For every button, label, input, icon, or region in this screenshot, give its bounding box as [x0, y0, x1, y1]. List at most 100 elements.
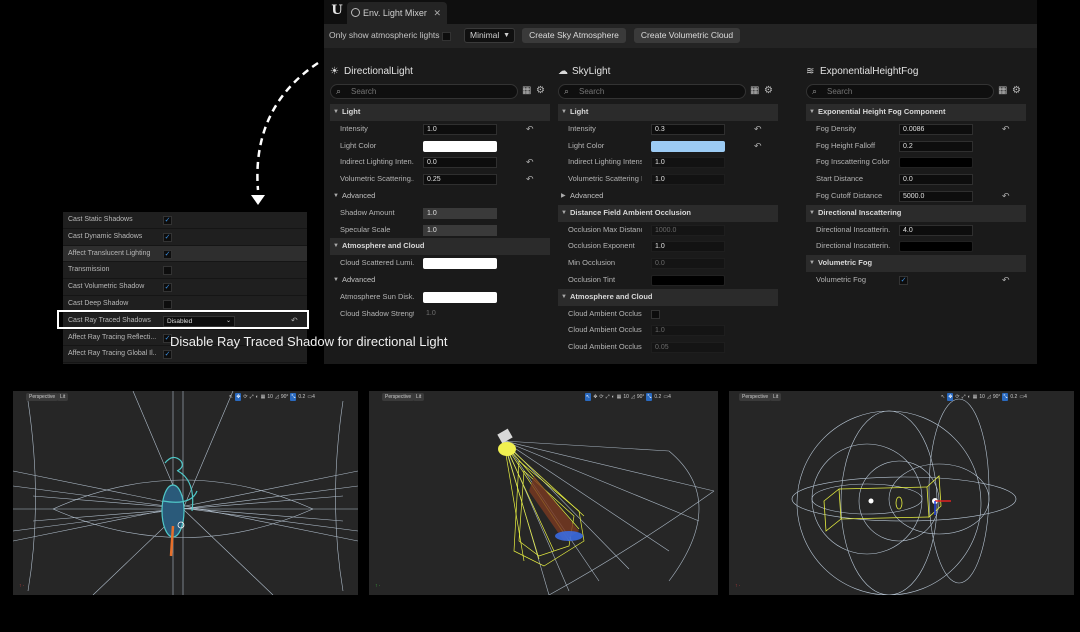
search-box[interactable]: ⌕ [330, 84, 518, 99]
gear-icon[interactable]: ⚙ [764, 85, 773, 96]
property-value-field[interactable]: 0.0 [423, 157, 497, 169]
property-value-field[interactable]: 0.2 [899, 140, 973, 152]
category-header[interactable]: ▼ Directional Inscattering [806, 204, 1026, 222]
property-value-field[interactable]: 0.0086 [899, 123, 973, 135]
search-box[interactable]: ⌕ [806, 84, 994, 99]
search-input[interactable] [579, 86, 729, 97]
color-swatch[interactable] [899, 241, 973, 253]
create-volumetric-cloud-button[interactable]: Create Volumetric Cloud [634, 28, 740, 43]
property-row: Directional Inscatterin... [806, 238, 1026, 255]
property-row: Atmosphere Sun Disk... [330, 289, 550, 306]
create-sky-atmosphere-button[interactable]: Create Sky Atmosphere [522, 28, 626, 43]
subcategory-header[interactable]: ▼ Advanced [330, 188, 550, 205]
table-view-icon[interactable]: ▦ [522, 85, 531, 96]
viewport-spot-light[interactable]: Perspective Lit ↖ ✥ ⟳ ⤢ ◐ ▦ 10 ◿ 90° ⤡ 0.2 ▭4 ↑ · [369, 391, 718, 595]
property-row: Intensity 1.0 ↶ [330, 121, 550, 138]
details-checkbox[interactable]: ✓ [163, 350, 172, 360]
table-view-icon[interactable]: ▦ [998, 85, 1007, 96]
sun-icon: ☀ [330, 66, 339, 77]
category-header[interactable]: ▼ Atmosphere and Cloud [558, 288, 778, 306]
category-header[interactable]: ▼ Light [330, 104, 550, 121]
tab-env-light-mixer[interactable]: Env. Light Mixer ✕ [347, 2, 447, 24]
spot-light-wireframe: ↑ · [375, 428, 715, 595]
color-swatch[interactable] [899, 157, 973, 169]
property-row: Start Distance 0.0 [806, 171, 1026, 188]
search-input[interactable] [827, 86, 977, 97]
color-swatch[interactable] [651, 140, 725, 152]
only-show-atmospheric-checkbox[interactable] [442, 32, 451, 41]
viewport-directional-light[interactable]: Perspective Lit ↖ ✥ ⟳ ⤢ ◐ ▦ 10 ◿ 90° ⤡ 0.2 ▭4 ↑ · [13, 391, 358, 595]
property-value-field[interactable]: 1.0 [651, 241, 725, 253]
display-mode-combo[interactable]: Minimal ▼ [464, 28, 515, 43]
details-property-name: Cast Volumetric Shadow [68, 283, 145, 291]
property-row: Volumetric Scattering... 0.25 ↶ [330, 171, 550, 188]
details-checkbox[interactable]: ✓ [163, 216, 172, 225]
property-value-field[interactable]: 1.0 [423, 123, 497, 135]
category-header[interactable]: ▼ Volumetric Fog [806, 255, 1026, 272]
subcategory-header[interactable]: ▶ Advanced [558, 188, 778, 205]
property-checkbox[interactable] [651, 309, 660, 319]
reset-to-default-icon[interactable]: ↶ [526, 154, 534, 171]
property-value-field[interactable]: 5000.0 [899, 190, 973, 202]
details-row: Affect Translucent Lighting ✓ [63, 245, 307, 263]
reset-to-default-icon[interactable]: ↶ [1002, 272, 1010, 289]
property-value-field[interactable]: 1000.0 [651, 224, 725, 236]
property-value-field[interactable]: 1.0 [651, 157, 725, 169]
property-checkbox[interactable]: ✓ [899, 275, 908, 285]
property-value-field[interactable]: 1.0 [423, 309, 497, 320]
color-swatch[interactable] [423, 140, 497, 152]
search-box[interactable]: ⌕ [558, 84, 746, 99]
category-header[interactable]: ▼ Light [558, 104, 778, 121]
property-name: Cloud Ambient Occlusion... [568, 342, 642, 352]
fog-icon: ≋ [806, 66, 815, 77]
details-checkbox[interactable]: ✓ [163, 249, 172, 259]
color-swatch[interactable] [423, 258, 497, 270]
category-label: Advanced [342, 274, 376, 284]
color-swatch[interactable] [423, 291, 497, 303]
property-value-field[interactable]: 0.0 [899, 174, 973, 186]
reset-to-default-icon[interactable]: ↶ [526, 171, 534, 188]
reset-to-default-icon[interactable]: ↶ [754, 138, 762, 155]
point-light-wireframe: ↑ · [735, 398, 1017, 595]
property-value-field[interactable]: 1.0 [651, 325, 725, 337]
table-view-icon[interactable]: ▦ [750, 85, 759, 96]
category-header[interactable]: ▼ Exponential Height Fog Component [806, 104, 1026, 121]
property-value-field[interactable]: 0.3 [651, 123, 725, 135]
property-value-field[interactable]: 1.0 [423, 207, 497, 219]
property-name: Volumetric Scattering... [340, 174, 414, 184]
subcategory-header[interactable]: ▼ Advanced [330, 272, 550, 289]
property-name: Light Color [568, 140, 605, 150]
gear-icon[interactable]: ⚙ [536, 85, 545, 96]
gear-icon[interactable]: ⚙ [1012, 85, 1021, 96]
details-checkbox[interactable] [163, 266, 172, 276]
details-checkbox[interactable]: ✓ [163, 232, 172, 242]
property-value-field[interactable]: 0.0 [651, 258, 725, 270]
reset-to-default-icon[interactable]: ↶ [526, 121, 534, 138]
property-row: Specular Scale 1.0 [330, 222, 550, 239]
reset-to-default-icon[interactable]: ↶ [754, 121, 762, 138]
color-swatch[interactable] [651, 274, 725, 286]
chevron-down-icon: ▼ [503, 32, 510, 39]
property-value-field[interactable]: 4.0 [899, 224, 973, 236]
details-checkbox[interactable] [163, 299, 172, 309]
property-value-field[interactable]: 1.0 [651, 174, 725, 186]
details-property-name: Affect Ray Tracing Global Il... [68, 350, 156, 358]
property-name: Indirect Lighting Inten... [340, 157, 414, 167]
property-value-field[interactable]: 0.25 [423, 174, 497, 186]
property-name: Cloud Shadow Strength [340, 308, 414, 318]
property-value-field[interactable]: 0.05 [651, 342, 725, 354]
category-header[interactable]: ▼ Atmosphere and Cloud [330, 238, 550, 256]
reset-to-default-icon[interactable]: ↶ [1002, 121, 1010, 138]
details-checkbox[interactable]: ✓ [163, 283, 172, 293]
close-icon[interactable]: ✕ [433, 2, 441, 24]
category-label: Light [342, 107, 361, 116]
property-value-field[interactable]: 1.0 [423, 224, 497, 236]
category-header[interactable]: ▼ Distance Field Ambient Occlusion [558, 204, 778, 222]
property-row: Light Color [330, 138, 550, 155]
reset-to-default-icon[interactable]: ↶ [1002, 188, 1010, 205]
details-property-name: Transmission [68, 266, 110, 274]
tab-bar: U Env. Light Mixer ✕ [324, 0, 1037, 24]
viewport-point-lights[interactable]: Perspective Lit ↖ ✥ ⟳ ⤢ ◐ ▦ 10 ◿ 90° ⤡ 0.2 ▭4 ↑ · [729, 391, 1074, 595]
search-input[interactable] [351, 86, 501, 97]
category-label: Exponential Height Fog Component [818, 107, 946, 116]
